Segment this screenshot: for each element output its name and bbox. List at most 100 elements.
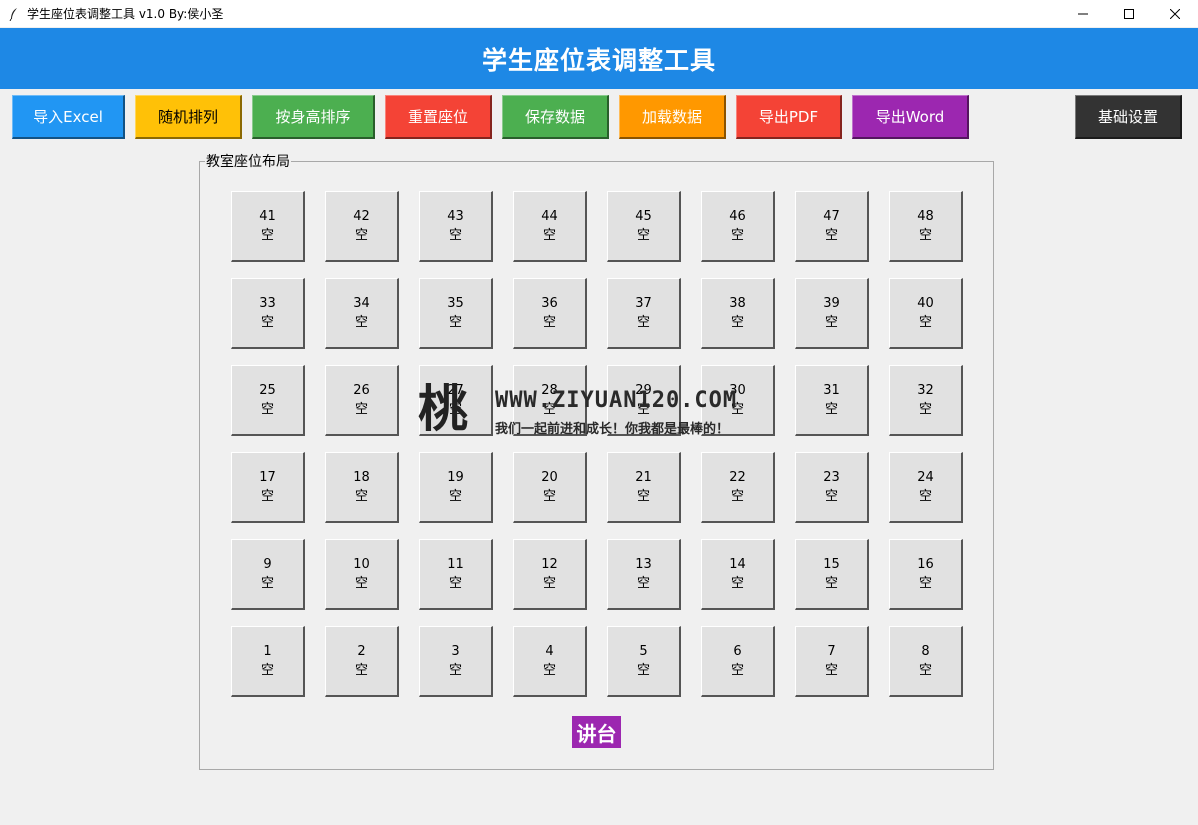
reset-seats-button[interactable]: 重置座位 (385, 95, 492, 139)
seat-38[interactable]: 38 空 (701, 278, 775, 349)
seat-35[interactable]: 35 空 (419, 278, 493, 349)
seat-student-name: 空 (636, 228, 650, 243)
seat-number: 6 (733, 644, 742, 659)
seat-student-name: 空 (918, 663, 932, 678)
seat-11[interactable]: 11 空 (419, 539, 493, 610)
seat-number: 2 (357, 644, 366, 659)
seat-number: 24 (917, 470, 934, 485)
import-excel-button[interactable]: 导入Excel (12, 95, 125, 139)
seat-42[interactable]: 42 空 (325, 191, 399, 262)
seat-10[interactable]: 10 空 (325, 539, 399, 610)
seat-32[interactable]: 32 空 (889, 365, 963, 436)
podium-label: 讲台 (572, 716, 621, 748)
seat-34[interactable]: 34 空 (325, 278, 399, 349)
seat-12[interactable]: 12 空 (513, 539, 587, 610)
seat-number: 8 (921, 644, 930, 659)
seat-31[interactable]: 31 空 (795, 365, 869, 436)
seat-26[interactable]: 26 空 (325, 365, 399, 436)
seat-7[interactable]: 7空 (795, 626, 869, 697)
seat-5[interactable]: 5空 (607, 626, 681, 697)
seat-36[interactable]: 36 空 (513, 278, 587, 349)
window-controls (1060, 0, 1198, 27)
close-icon (1170, 8, 1180, 19)
seat-student-name: 空 (260, 663, 274, 678)
seat-6[interactable]: 6空 (701, 626, 775, 697)
seat-1[interactable]: 1空 (231, 626, 305, 697)
random-arrange-button[interactable]: 随机排列 (135, 95, 242, 139)
seat-student-name: 空 (824, 576, 838, 591)
seat-student-name: 空 (636, 663, 650, 678)
maximize-icon (1124, 8, 1134, 19)
seat-number: 13 (635, 557, 652, 572)
seat-student-name: 空 (918, 489, 932, 504)
seat-15[interactable]: 15 空 (795, 539, 869, 610)
seat-student-name: 空 (824, 663, 838, 678)
seat-student-name: 空 (542, 663, 556, 678)
seat-9[interactable]: 9空 (231, 539, 305, 610)
load-data-button[interactable]: 加载数据 (619, 95, 726, 139)
seat-19[interactable]: 19 空 (419, 452, 493, 523)
seat-22[interactable]: 22 空 (701, 452, 775, 523)
seat-student-name: 空 (730, 402, 744, 417)
seat-14[interactable]: 14 空 (701, 539, 775, 610)
seat-3[interactable]: 3空 (419, 626, 493, 697)
seat-44[interactable]: 44 空 (513, 191, 587, 262)
seat-21[interactable]: 21 空 (607, 452, 681, 523)
seat-number: 34 (353, 296, 370, 311)
seat-28[interactable]: 28 空 (513, 365, 587, 436)
seat-25[interactable]: 25 空 (231, 365, 305, 436)
seat-number: 33 (259, 296, 276, 311)
seat-number: 1 (263, 644, 272, 659)
seat-number: 19 (447, 470, 464, 485)
seat-40[interactable]: 40 空 (889, 278, 963, 349)
seat-student-name: 空 (824, 402, 838, 417)
seat-47[interactable]: 47 空 (795, 191, 869, 262)
seat-41[interactable]: 41 空 (231, 191, 305, 262)
basic-settings-button[interactable]: 基础设置 (1075, 95, 1182, 139)
seat-number: 21 (635, 470, 652, 485)
seat-45[interactable]: 45 空 (607, 191, 681, 262)
seat-30[interactable]: 30 空 (701, 365, 775, 436)
maximize-button[interactable] (1106, 0, 1152, 27)
seat-student-name: 空 (260, 489, 274, 504)
seat-2[interactable]: 2空 (325, 626, 399, 697)
seat-4[interactable]: 4空 (513, 626, 587, 697)
seat-student-name: 空 (260, 402, 274, 417)
seat-number: 38 (729, 296, 746, 311)
seat-46[interactable]: 46 空 (701, 191, 775, 262)
minimize-button[interactable] (1060, 0, 1106, 27)
seat-number: 36 (541, 296, 558, 311)
seat-20[interactable]: 20 空 (513, 452, 587, 523)
seat-student-name: 空 (542, 315, 556, 330)
seat-8[interactable]: 8空 (889, 626, 963, 697)
seat-24[interactable]: 24 空 (889, 452, 963, 523)
seat-number: 17 (259, 470, 276, 485)
export-word-button[interactable]: 导出Word (852, 95, 969, 139)
seat-43[interactable]: 43 空 (419, 191, 493, 262)
seat-number: 9 (263, 557, 272, 572)
seat-number: 45 (635, 209, 652, 224)
seat-48[interactable]: 48 空 (889, 191, 963, 262)
export-pdf-button[interactable]: 导出PDF (736, 95, 842, 139)
seat-number: 20 (541, 470, 558, 485)
sort-by-height-button[interactable]: 按身高排序 (252, 95, 375, 139)
seat-16[interactable]: 16 空 (889, 539, 963, 610)
seat-39[interactable]: 39 空 (795, 278, 869, 349)
seat-number: 27 (447, 383, 464, 398)
seat-student-name: 空 (354, 489, 368, 504)
seat-17[interactable]: 17 空 (231, 452, 305, 523)
close-button[interactable] (1152, 0, 1198, 27)
seat-37[interactable]: 37 空 (607, 278, 681, 349)
seat-27[interactable]: 27 空 (419, 365, 493, 436)
seat-student-name: 空 (354, 576, 368, 591)
seat-student-name: 空 (636, 402, 650, 417)
seat-23[interactable]: 23 空 (795, 452, 869, 523)
seat-number: 37 (635, 296, 652, 311)
save-data-button[interactable]: 保存数据 (502, 95, 609, 139)
seat-number: 11 (447, 557, 464, 572)
seat-13[interactable]: 13 空 (607, 539, 681, 610)
seat-29[interactable]: 29 空 (607, 365, 681, 436)
seat-number: 31 (823, 383, 840, 398)
seat-33[interactable]: 33 空 (231, 278, 305, 349)
seat-18[interactable]: 18 空 (325, 452, 399, 523)
